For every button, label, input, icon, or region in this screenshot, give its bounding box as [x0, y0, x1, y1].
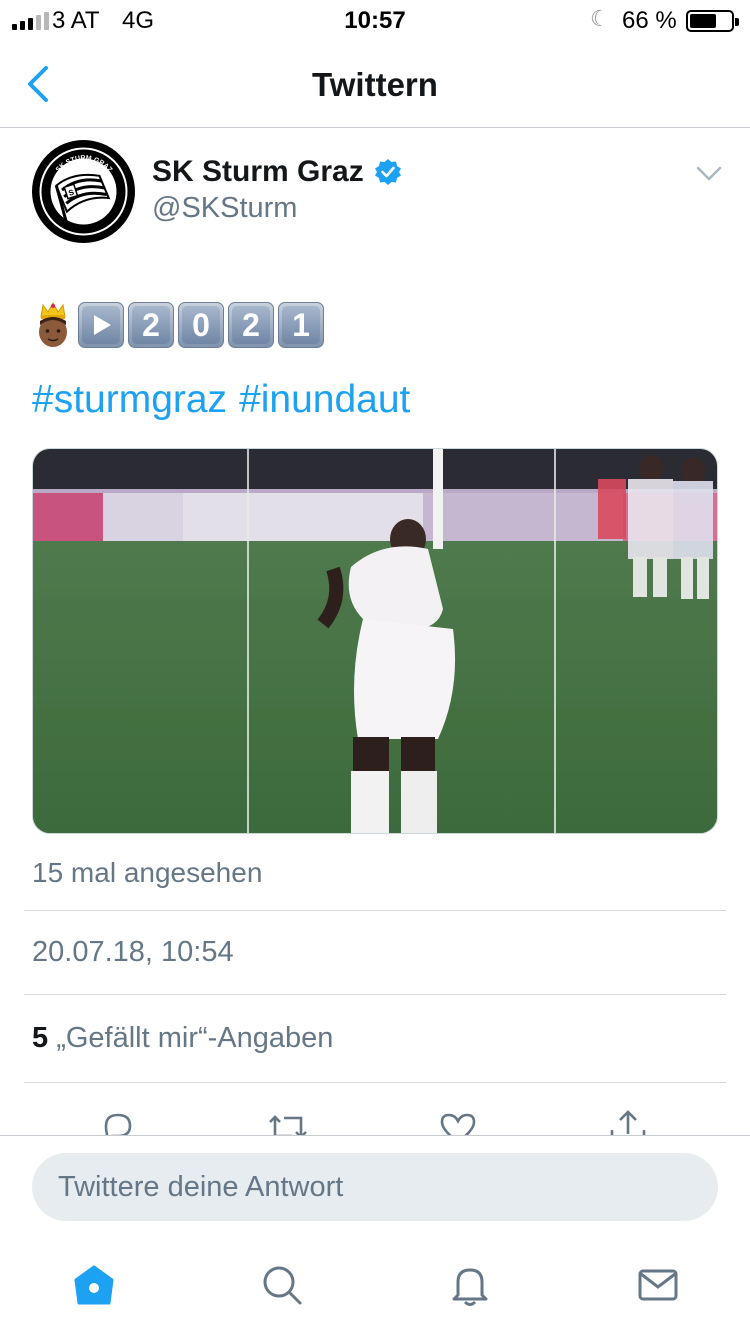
view-count: 15 mal angesehen [32, 857, 263, 888]
author-handle[interactable]: @SKSturm [152, 192, 297, 225]
reply-icon [104, 1113, 132, 1136]
page-title: Twittern [312, 66, 438, 103]
hashtag-link[interactable]: #inundaut [239, 378, 410, 422]
retweet-button[interactable] [266, 1106, 310, 1136]
video-frame-image [33, 449, 717, 833]
play-keycap-emoji-icon [78, 302, 124, 348]
heart-icon [440, 1113, 476, 1136]
tab-notifications[interactable] [448, 1263, 492, 1307]
reply-input[interactable] [32, 1153, 718, 1221]
battery-icon [686, 10, 739, 32]
do-not-disturb-moon-icon: ☾ [590, 6, 610, 31]
reply-bar [0, 1135, 750, 1235]
messages-envelope-icon [638, 1269, 678, 1301]
tweet-video[interactable] [32, 448, 718, 834]
tab-bar [0, 1235, 750, 1334]
divider [24, 910, 726, 911]
reply-button[interactable] [96, 1106, 140, 1136]
status-bar: 3 AT 4G 10:57 ☾ 66 % [0, 0, 750, 42]
tweet-action-bar [0, 1100, 750, 1136]
author-name[interactable]: SK Sturm Graz [152, 155, 402, 189]
share-icon [610, 1110, 646, 1136]
divider [24, 994, 726, 995]
keycap-digit: 2 [228, 302, 274, 348]
tweet-options-button[interactable] [694, 162, 724, 186]
author-name-text: SK Sturm Graz [152, 155, 364, 188]
notifications-bell-icon [452, 1268, 488, 1306]
divider [24, 1082, 726, 1083]
like-button[interactable] [436, 1106, 480, 1136]
search-icon [263, 1266, 302, 1305]
keycap-digit: 0 [178, 302, 224, 348]
prince-emoji-icon [39, 301, 67, 347]
club-crest-logo: SK STURM GRAZ SEIT 1909 S [34, 142, 133, 241]
likes-label: „Gefällt mir“-Angaben [56, 1022, 334, 1054]
avatar[interactable]: SK STURM GRAZ SEIT 1909 S [32, 140, 135, 243]
likes-count: 5 [32, 1022, 49, 1054]
likes-stat[interactable]: 5 „Gefällt mir“-Angaben [32, 1022, 333, 1055]
share-button[interactable] [606, 1106, 650, 1136]
navigation-bar: Twittern [0, 42, 750, 128]
battery-percent: 66 % [622, 7, 677, 34]
tweet-timestamp: 20.07.18, 10:54 [32, 936, 234, 968]
tweet-emoji-row: 2 0 2 1 [32, 301, 324, 349]
keycap-digit: 2 [128, 302, 174, 348]
retweet-icon [269, 1115, 307, 1136]
home-icon [74, 1265, 114, 1305]
verified-badge-icon [374, 159, 401, 185]
tab-home[interactable] [72, 1263, 116, 1307]
chevron-down-icon [696, 166, 722, 181]
tweet-hashtags: #sturmgraz #inundaut [32, 378, 410, 422]
tab-search[interactable] [260, 1263, 304, 1307]
tab-messages[interactable] [636, 1263, 680, 1307]
hashtag-link[interactable]: #sturmgraz [32, 378, 227, 422]
keycap-digit: 1 [278, 302, 324, 348]
